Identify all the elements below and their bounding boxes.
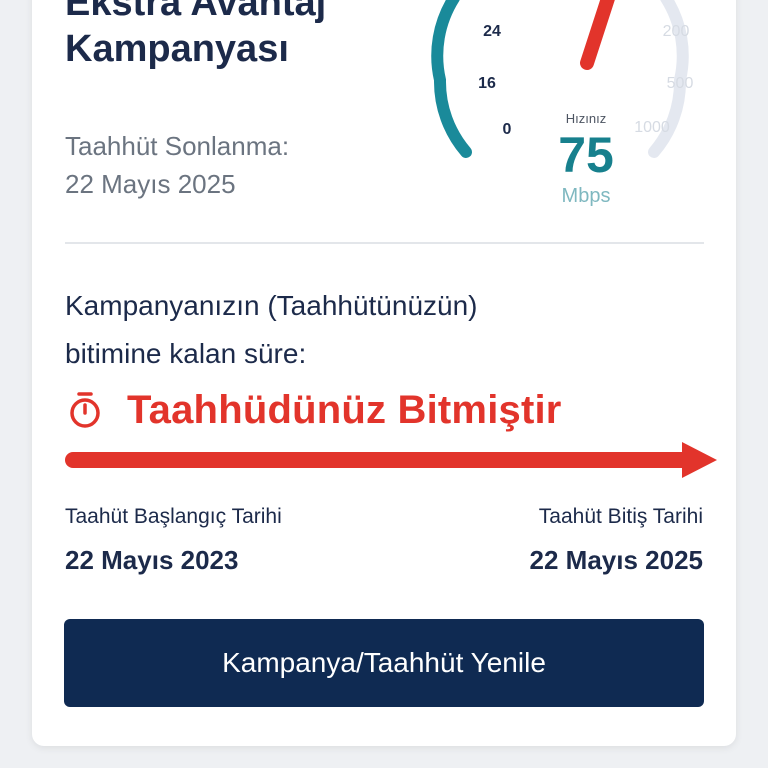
renew-campaign-button[interactable]: Kampanya/Taahhüt Yenile	[64, 619, 704, 707]
remaining-label-line1: Kampanyanızın (Taahhütünüzün)	[65, 290, 478, 321]
end-date-value: 22 Mayıs 2025	[529, 545, 703, 575]
remaining-time-label: Kampanyanızın (Taahhütünüzün) bitimine k…	[65, 282, 685, 378]
campaign-title: Ekstra Avantaj Kampanyası	[65, 0, 395, 72]
gauge-tick-right: 500	[667, 75, 694, 92]
gauge-tick-right: 1000	[634, 119, 670, 136]
gauge-value: 75	[558, 127, 614, 183]
commitment-end-date: 22 Mayıs 2025	[65, 169, 236, 199]
commitment-status-text: Taahhüdünüz Bitmiştir	[127, 387, 562, 432]
gauge-tick-left: 16	[478, 75, 496, 92]
gauge-tick-right: 200	[663, 23, 690, 40]
start-date-value: 22 Mayıs 2023	[65, 545, 239, 575]
progress-arrow-head	[682, 442, 717, 478]
gauge-tick-left: 24	[483, 23, 501, 40]
speed-gauge: 24 16 0 200 500 1000 Hızınız 75 Mbps	[431, 0, 694, 207]
remaining-label-line2: bitimine kalan süre:	[65, 338, 307, 369]
stopwatch-icon	[70, 392, 100, 428]
gauge-needle	[580, 0, 615, 70]
start-date-label: Taahüt Başlangıç Tarihi	[65, 505, 282, 528]
gauge-active-arc	[431, 0, 472, 158]
gauge-unit: Mbps	[562, 185, 611, 207]
end-date-label: Taahüt Bitiş Tarihi	[538, 505, 703, 528]
campaign-title-line1: Ekstra Avantaj	[65, 0, 327, 24]
section-divider	[65, 242, 704, 244]
commitment-status: Taahhüdünüz Bitmiştir	[65, 380, 562, 440]
commitment-end-label: Taahhüt Sonlanma:	[65, 131, 290, 161]
gauge-caption: Hızınız	[566, 111, 606, 126]
commitment-progress-arrow	[65, 442, 717, 478]
campaign-card: Ekstra Avantaj Kampanyası Taahhüt Sonlan…	[32, 0, 736, 746]
gauge-tick-left: 0	[503, 121, 512, 138]
campaign-title-line2: Kampanyası	[65, 28, 289, 70]
